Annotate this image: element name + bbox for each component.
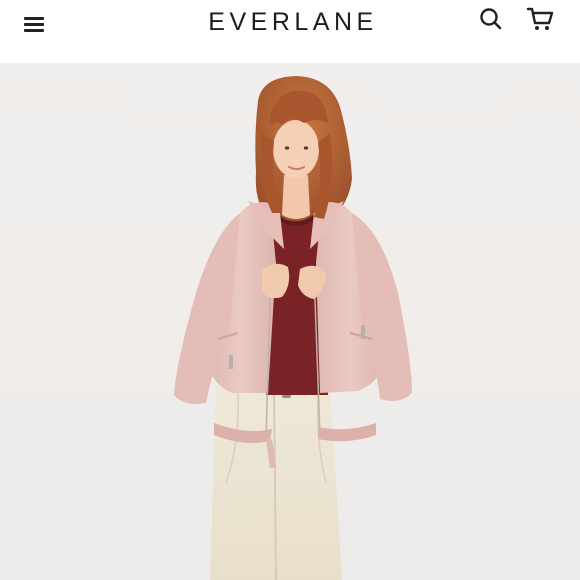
cart-icon bbox=[526, 7, 554, 30]
menu-icon-bar bbox=[24, 23, 44, 26]
search-icon bbox=[480, 8, 502, 30]
menu-icon-bar bbox=[24, 17, 44, 20]
site-header: EVERLANE bbox=[0, 0, 580, 63]
cart-button[interactable] bbox=[526, 5, 556, 33]
brand-logo[interactable]: EVERLANE bbox=[190, 6, 396, 38]
jeans bbox=[210, 385, 342, 580]
product-hero-image bbox=[0, 63, 580, 580]
search-button[interactable] bbox=[476, 6, 504, 32]
model-photo bbox=[174, 76, 412, 580]
menu-button[interactable] bbox=[22, 14, 46, 34]
neck bbox=[282, 175, 310, 219]
menu-icon-bar bbox=[24, 29, 44, 32]
